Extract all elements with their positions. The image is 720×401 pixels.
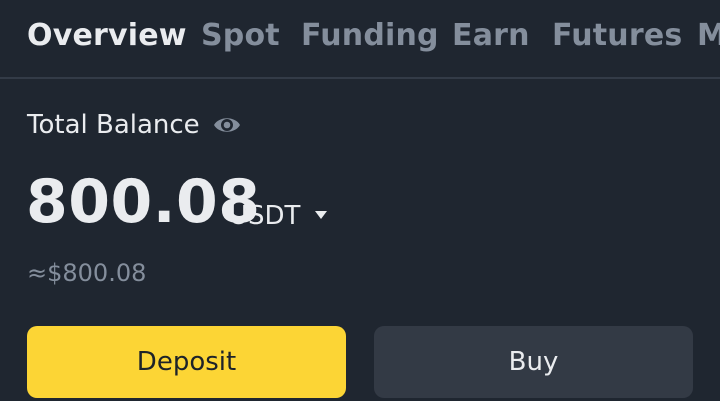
- tab-overview[interactable]: Overview: [27, 18, 187, 54]
- currency-label: USDT: [229, 201, 301, 231]
- total-balance-value: 800.08: [26, 167, 261, 237]
- wallet-tabs: Overview Spot Funding Earn Futures M: [0, 0, 720, 79]
- caret-down-icon: [315, 211, 327, 219]
- eye-icon[interactable]: [212, 111, 242, 139]
- tab-spot[interactable]: Spot: [201, 18, 280, 54]
- tab-futures[interactable]: Futures: [552, 18, 682, 54]
- buy-button[interactable]: Buy: [374, 326, 693, 398]
- deposit-button[interactable]: Deposit: [27, 326, 346, 398]
- tab-earn[interactable]: Earn: [452, 18, 530, 54]
- fiat-equivalent-value: ≈$800.08: [27, 259, 147, 287]
- tab-funding[interactable]: Funding: [301, 18, 439, 54]
- currency-selector[interactable]: USDT: [229, 196, 327, 236]
- wallet-overview-page: Overview Spot Funding Earn Futures M Tot…: [0, 0, 720, 401]
- tab-more-truncated[interactable]: M: [697, 18, 720, 54]
- total-balance-label: Total Balance: [27, 110, 200, 140]
